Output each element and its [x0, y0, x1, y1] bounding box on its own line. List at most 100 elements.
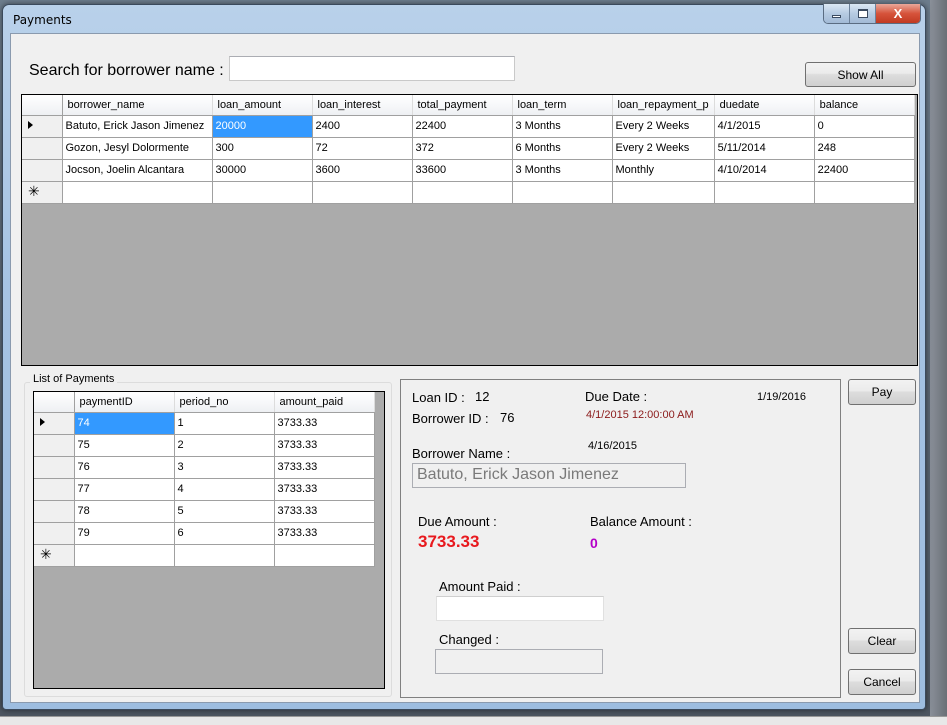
column-header-total-payment[interactable]: total_payment [412, 95, 513, 116]
row-header[interactable] [34, 522, 75, 545]
cell-paymentid[interactable]: 74 [74, 412, 175, 435]
close-button[interactable]: X [876, 4, 920, 23]
row-header[interactable] [22, 159, 63, 182]
column-header-loan-interest[interactable]: loan_interest [312, 95, 413, 116]
borrower-name-field[interactable]: Batuto, Erick Jason Jimenez [412, 463, 686, 488]
amount-paid-input[interactable] [436, 596, 604, 621]
cell-loan-interest[interactable]: 72 [312, 137, 413, 160]
cell-total-payment[interactable]: 22400 [412, 115, 513, 138]
new-row-cell[interactable] [174, 544, 275, 567]
column-header-period-no[interactable]: period_no [174, 392, 275, 413]
cell-amount-paid[interactable]: 3733.33 [274, 456, 375, 479]
cell-duedate[interactable]: 5/11/2014 [714, 137, 815, 160]
new-row-cell[interactable] [312, 181, 413, 204]
cell-loan-interest[interactable]: 2400 [312, 115, 413, 138]
cell-amount-paid[interactable]: 3733.33 [274, 500, 375, 523]
column-header-duedate[interactable]: duedate [714, 95, 815, 116]
row-header[interactable] [34, 412, 75, 435]
cell-period-no[interactable]: 5 [174, 500, 275, 523]
table-row[interactable]: Jocson, Joelin Alcantara 30000 3600 33600 3 … [22, 159, 915, 182]
cell-balance[interactable]: 248 [814, 137, 915, 160]
table-row[interactable]: Batuto, Erick Jason Jimenez 20000 2400 2240… [22, 115, 915, 138]
row-header[interactable]: ✳ [34, 544, 75, 567]
new-row-cell[interactable] [74, 544, 175, 567]
cell-paymentid[interactable]: 75 [74, 434, 175, 457]
cell-borrower-name[interactable]: Gozon, Jesyl Dolormente [62, 137, 213, 160]
cell-period-no[interactable]: 4 [174, 478, 275, 501]
cell-loan-term[interactable]: 6 Months [512, 137, 613, 160]
pay-button[interactable]: Pay [848, 379, 916, 405]
show-all-button[interactable]: Show All [805, 62, 916, 87]
row-header[interactable] [34, 456, 75, 479]
cell-paymentid[interactable]: 78 [74, 500, 175, 523]
column-header-paymentid[interactable]: paymentID [74, 392, 175, 413]
row-header[interactable] [22, 137, 63, 160]
column-header-loan-term[interactable]: loan_term [512, 95, 613, 116]
maximize-button[interactable] [850, 4, 876, 23]
cell-loan-repayment-p[interactable]: Every 2 Weeks [612, 137, 715, 160]
cell-period-no[interactable]: 2 [174, 434, 275, 457]
cell-loan-amount[interactable]: 20000 [212, 115, 313, 138]
cell-paymentid[interactable]: 79 [74, 522, 175, 545]
new-row-cell[interactable] [814, 181, 915, 204]
grid-corner-header[interactable] [22, 95, 63, 116]
cell-total-payment[interactable]: 372 [412, 137, 513, 160]
cell-loan-interest[interactable]: 3600 [312, 159, 413, 182]
new-row-cell[interactable] [274, 544, 375, 567]
row-header[interactable] [34, 500, 75, 523]
cancel-button[interactable]: Cancel [848, 669, 916, 695]
new-row-cell[interactable] [212, 181, 313, 204]
grid-corner-header[interactable] [34, 392, 75, 413]
search-input[interactable] [229, 56, 515, 81]
table-row[interactable]: 75 2 3733.33 [34, 434, 375, 457]
cell-loan-amount[interactable]: 30000 [212, 159, 313, 182]
cell-duedate[interactable]: 4/1/2015 [714, 115, 815, 138]
cell-paymentid[interactable]: 76 [74, 456, 175, 479]
table-row[interactable]: 74 1 3733.33 [34, 412, 375, 435]
table-row[interactable]: 79 6 3733.33 [34, 522, 375, 545]
cell-period-no[interactable]: 3 [174, 456, 275, 479]
cell-amount-paid[interactable]: 3733.33 [274, 434, 375, 457]
new-row-cell[interactable] [612, 181, 715, 204]
cell-loan-amount[interactable]: 300 [212, 137, 313, 160]
minimize-button[interactable] [824, 4, 850, 23]
table-row[interactable]: Gozon, Jesyl Dolormente 300 72 372 6 Months E… [22, 137, 915, 160]
cell-balance[interactable]: 22400 [814, 159, 915, 182]
new-row-cell[interactable] [62, 181, 213, 204]
column-header-amount-paid[interactable]: amount_paid [274, 392, 375, 413]
row-header[interactable]: ✳ [22, 181, 63, 204]
cell-loan-term[interactable]: 3 Months [512, 159, 613, 182]
column-header-balance[interactable]: balance [814, 95, 915, 116]
column-header-borrower-name[interactable]: borrower_name [62, 95, 213, 116]
row-header[interactable] [34, 478, 75, 501]
row-header[interactable] [34, 434, 75, 457]
cell-total-payment[interactable]: 33600 [412, 159, 513, 182]
cell-balance[interactable]: 0 [814, 115, 915, 138]
loans-grid[interactable]: borrower_name loan_amount loan_interest tot… [21, 94, 918, 366]
new-row-cell[interactable] [714, 181, 815, 204]
cell-amount-paid[interactable]: 3733.33 [274, 412, 375, 435]
new-row-cell[interactable] [412, 181, 513, 204]
cell-paymentid[interactable]: 77 [74, 478, 175, 501]
cell-loan-repayment-p[interactable]: Monthly [612, 159, 715, 182]
cell-amount-paid[interactable]: 3733.33 [274, 478, 375, 501]
cell-duedate[interactable]: 4/10/2014 [714, 159, 815, 182]
cell-borrower-name[interactable]: Jocson, Joelin Alcantara [62, 159, 213, 182]
table-row[interactable]: 76 3 3733.33 [34, 456, 375, 479]
cell-borrower-name[interactable]: Batuto, Erick Jason Jimenez [62, 115, 213, 138]
cell-amount-paid[interactable]: 3733.33 [274, 522, 375, 545]
clear-button[interactable]: Clear [848, 628, 916, 654]
column-header-loan-repayment-p[interactable]: loan_repayment_p [612, 95, 715, 116]
payments-grid[interactable]: paymentID period_no amount_paid 74 1 3733.33… [33, 391, 385, 689]
table-row[interactable]: 77 4 3733.33 [34, 478, 375, 501]
new-row-cell[interactable] [512, 181, 613, 204]
new-row[interactable]: ✳ [22, 181, 915, 204]
column-header-loan-amount[interactable]: loan_amount [212, 95, 313, 116]
row-header[interactable] [22, 115, 63, 138]
cell-period-no[interactable]: 6 [174, 522, 275, 545]
cell-loan-repayment-p[interactable]: Every 2 Weeks [612, 115, 715, 138]
cell-period-no[interactable]: 1 [174, 412, 275, 435]
new-row[interactable]: ✳ [34, 544, 375, 567]
table-row[interactable]: 78 5 3733.33 [34, 500, 375, 523]
cell-loan-term[interactable]: 3 Months [512, 115, 613, 138]
